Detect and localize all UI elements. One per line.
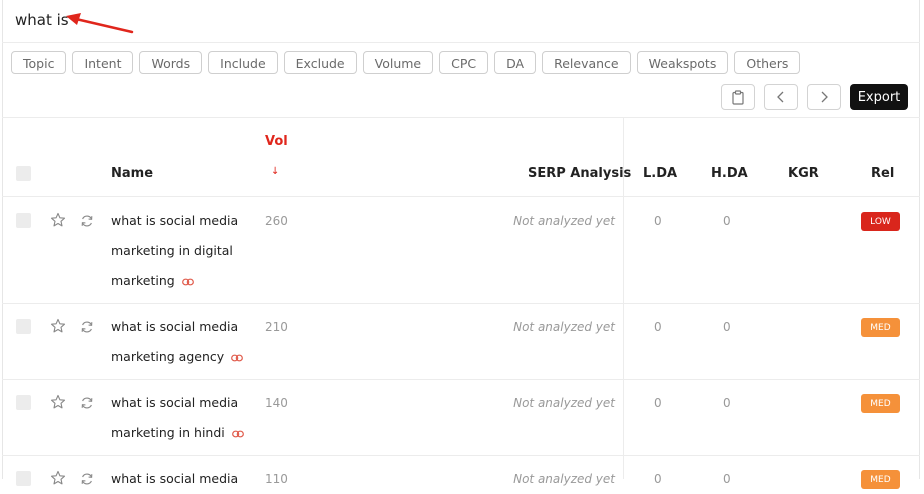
col-rel-header[interactable]: Rel <box>871 166 894 181</box>
volume-value: 110 <box>265 472 288 486</box>
keyword-line: marketing agency <box>111 349 225 364</box>
refresh-icon[interactable] <box>80 471 94 490</box>
row-checkbox[interactable] <box>16 319 31 334</box>
hda-value: 0 <box>723 472 731 486</box>
row-checkbox[interactable] <box>16 213 31 228</box>
filter-chip-intent[interactable]: Intent <box>72 51 134 74</box>
keyword-line: marketing in digital <box>111 243 233 258</box>
relevance-badge: MED <box>861 394 900 413</box>
filter-chip-exclude[interactable]: Exclude <box>283 51 357 74</box>
hda-value: 0 <box>723 396 731 410</box>
row-divider <box>2 303 920 304</box>
relevance-badge: MED <box>861 470 900 489</box>
col-lda-header[interactable]: L.DA <box>643 166 677 181</box>
lda-value: 0 <box>654 396 662 410</box>
relevance-badge: MED <box>861 318 900 337</box>
refresh-icon[interactable] <box>80 319 94 338</box>
volume-value: 260 <box>265 214 288 228</box>
link-icon[interactable] <box>231 343 244 373</box>
col-hda-header[interactable]: H.DA <box>711 166 748 181</box>
keyword-line: what is social media <box>111 213 239 228</box>
refresh-icon[interactable] <box>80 213 94 232</box>
clipboard-icon <box>732 89 744 105</box>
chevron-left-icon <box>777 91 784 103</box>
search-query[interactable]: what is <box>15 11 69 29</box>
keyword-line: what is social media <box>111 395 239 410</box>
lda-value: 0 <box>654 214 662 228</box>
volume-value: 210 <box>265 320 288 334</box>
prev-page-button[interactable] <box>764 84 798 110</box>
filter-chip-words[interactable]: Words <box>139 51 203 74</box>
header-divider <box>2 42 920 43</box>
filter-chip-others[interactable]: Others <box>734 51 801 74</box>
col-kgr-header[interactable]: KGR <box>788 166 819 181</box>
keyword-line: marketing <box>111 273 175 288</box>
serp-status: Not analyzed yet <box>513 320 615 334</box>
star-icon[interactable] <box>50 212 66 232</box>
sort-desc-icon[interactable]: ↓ <box>271 166 279 177</box>
hda-value: 0 <box>723 320 731 334</box>
filter-chip-volume[interactable]: Volume <box>362 51 434 74</box>
volume-value: 140 <box>265 396 288 410</box>
filter-chip-include[interactable]: Include <box>208 51 278 74</box>
col-vol-header[interactable]: Vol <box>265 134 288 149</box>
serp-status: Not analyzed yet <box>513 472 615 486</box>
star-icon[interactable] <box>50 470 66 490</box>
export-button[interactable]: Export <box>850 84 908 110</box>
toolbar-divider <box>2 117 920 118</box>
lda-value: 0 <box>654 320 662 334</box>
hda-value: 0 <box>723 214 731 228</box>
keyword-line: marketing in hindi <box>111 425 225 440</box>
keyword-name[interactable]: what is social media marketing in hindi <box>111 388 251 449</box>
lda-value: 0 <box>654 472 662 486</box>
relevance-badge: LOW <box>861 212 900 231</box>
keyword-line: what is social media <box>111 319 239 334</box>
serp-status: Not analyzed yet <box>513 214 615 228</box>
keyword-name[interactable]: what is social media marketing agency <box>111 312 251 373</box>
filter-chip-relevance[interactable]: Relevance <box>542 51 631 74</box>
filter-chip-cpc[interactable]: CPC <box>439 51 489 74</box>
table-header-divider <box>2 196 920 197</box>
star-icon[interactable] <box>50 318 66 338</box>
chevron-right-icon <box>821 91 828 103</box>
row-checkbox[interactable] <box>16 395 31 410</box>
filter-chip-weakspots[interactable]: Weakspots <box>636 51 729 74</box>
next-page-button[interactable] <box>807 84 841 110</box>
filter-bar: Topic Intent Words Include Exclude Volume CPC D… <box>11 51 801 74</box>
star-icon[interactable] <box>50 394 66 414</box>
col-name-header[interactable]: Name <box>111 166 153 181</box>
link-icon[interactable] <box>181 267 194 297</box>
filter-chip-da[interactable]: DA <box>494 51 537 74</box>
select-all-checkbox[interactable] <box>16 166 31 181</box>
serp-status: Not analyzed yet <box>513 396 615 410</box>
link-icon[interactable] <box>231 419 244 449</box>
keyword-name[interactable]: what is social media <box>111 464 251 494</box>
clipboard-button[interactable] <box>721 84 755 110</box>
col-serp-header[interactable]: SERP Analysis <box>528 166 631 181</box>
row-divider <box>2 455 920 456</box>
filter-chip-topic[interactable]: Topic <box>11 51 67 74</box>
annotation-arrow-icon <box>66 13 134 34</box>
row-divider <box>2 379 920 380</box>
refresh-icon[interactable] <box>80 395 94 414</box>
keyword-name[interactable]: what is social media marketing in digital… <box>111 206 251 297</box>
